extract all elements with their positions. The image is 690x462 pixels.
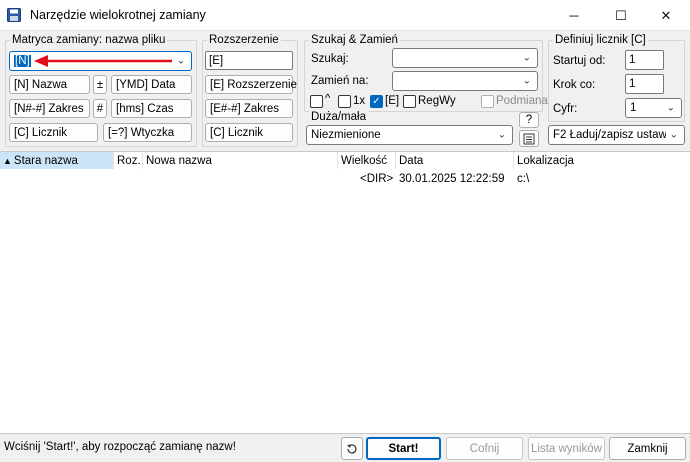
column-old-name-label: Stara nazwa (13, 154, 78, 167)
extension-checkbox[interactable]: ✓ (370, 95, 383, 108)
minimize-button[interactable]: ─ (551, 0, 597, 31)
chevron-down-icon[interactable]: ⌄ (667, 103, 675, 114)
mask-date-button[interactable]: [YMD] Data (111, 75, 192, 94)
counter-digits-label: Cyfr: (553, 103, 578, 115)
replace-input[interactable]: ⌄ (392, 71, 538, 91)
mask-range-button[interactable]: [N#-#] Zakres (9, 99, 90, 118)
undo-button[interactable]: Cofnij (446, 437, 523, 460)
maximize-button[interactable]: ☐ (598, 0, 644, 31)
chevron-down-icon[interactable]: ⌄ (523, 76, 531, 87)
load-save-settings-select[interactable]: F2 Ładuj/zapisz ustawienia ⌄ (548, 125, 685, 145)
mask-name-button[interactable]: [N] Nazwa (9, 75, 90, 94)
row-size: <DIR> (360, 173, 394, 185)
counter-group-label: Definiuj licznik [C] (553, 34, 648, 46)
chevron-down-icon[interactable]: ⌄ (177, 56, 185, 67)
column-old-name[interactable]: ▲ Stara nazwa (0, 152, 114, 169)
chevron-down-icon[interactable]: ⌄ (498, 130, 506, 141)
notepad-button[interactable] (519, 130, 539, 147)
extension-option-label: [E] (385, 95, 400, 107)
refresh-icon (347, 443, 357, 454)
app-icon (7, 8, 21, 22)
counter-step-label: Krok co: (553, 79, 596, 91)
counter-step-input[interactable]: 1 (625, 74, 664, 94)
search-replace-group-label: Szukaj & Zamień (309, 34, 400, 46)
sort-arrow-icon: ▲ (3, 155, 12, 166)
extension-group-label: Rozszerzenie (207, 34, 281, 46)
mask-time-button[interactable]: [hms] Czas (111, 99, 192, 118)
once-label: 1x (353, 95, 366, 107)
annotation-arrow (34, 55, 172, 67)
counter-start-input[interactable]: 1 (625, 50, 664, 70)
help-button[interactable]: ? (519, 112, 539, 128)
replace-label: Zamień na: (311, 75, 369, 87)
status-text: Wciśnij 'Start!', aby rozpocząć zamianę … (4, 441, 236, 453)
chevron-down-icon[interactable]: ⌄ (669, 129, 678, 141)
chevron-down-icon[interactable]: ⌄ (523, 53, 531, 64)
counter-digits-select[interactable]: 1 ⌄ (625, 98, 682, 118)
column-size[interactable]: Wielkość (338, 152, 396, 169)
row-date: 30.01.2025 12:22:59 (399, 173, 505, 185)
counter-digits-value: 1 (630, 102, 637, 114)
column-location[interactable]: Lokalizacja (514, 152, 690, 169)
window-title: Narzędzie wielokrotnej zamiany (30, 8, 206, 22)
mask-counter-button[interactable]: [C] Licznik (9, 123, 98, 142)
case-value: Niezmienione (311, 129, 381, 141)
mask-group-label: Matryca zamiany: nazwa pliku (10, 34, 168, 46)
search-input[interactable]: ⌄ (392, 48, 538, 68)
caret-checkbox[interactable] (310, 95, 323, 108)
search-label: Szukaj: (311, 53, 349, 65)
extension-range-button[interactable]: [E#-#] Zakres (205, 99, 293, 118)
once-checkbox[interactable] (338, 95, 351, 108)
column-new-name[interactable]: Nowa nazwa (143, 152, 338, 169)
results-list-button[interactable]: Lista wyników (528, 437, 605, 460)
substitution-label: Podmiana (496, 95, 548, 107)
extension-input[interactable]: [E] (205, 51, 293, 70)
table-row[interactable]: <DIR> 30.01.2025 12:22:59 c:\ (0, 172, 690, 189)
column-date[interactable]: Data (396, 152, 514, 169)
load-save-label: F2 Ładuj/zapisz ustawienia (553, 129, 666, 141)
column-extension[interactable]: Roz. (114, 152, 143, 169)
row-location: c:\ (517, 173, 530, 185)
regex-checkbox[interactable] (403, 95, 416, 108)
extension-button[interactable]: [E] Rozszerzenie (205, 75, 297, 94)
mask-plugin-button[interactable]: [=?] Wtyczka (103, 123, 192, 142)
title-bar: Narzędzie wielokrotnej zamiany ─ ☐ ✕ (0, 0, 690, 31)
start-button[interactable]: Start! (366, 437, 441, 460)
mask-value: [N] (14, 55, 31, 67)
notepad-icon (523, 133, 535, 144)
undo-arrow-button[interactable] (341, 437, 363, 460)
file-list[interactable]: ▲ Stara nazwa Roz. Nowa nazwa Wielkość D… (0, 151, 690, 434)
caret-label: ^ (325, 93, 331, 105)
case-select[interactable]: Niezmienione ⌄ (306, 125, 513, 145)
extension-counter-button[interactable]: [C] Licznik (205, 123, 293, 142)
counter-start-label: Startuj od: (553, 55, 606, 67)
case-label: Duża/mała (309, 111, 368, 123)
close-window-button[interactable]: ✕ (643, 0, 689, 31)
close-button[interactable]: Zamknij (609, 437, 686, 460)
hash-button[interactable]: # (93, 99, 107, 118)
substitution-checkbox[interactable] (481, 95, 494, 108)
plusminus-button[interactable]: ± (93, 75, 107, 94)
regex-label: RegWy (418, 95, 456, 107)
